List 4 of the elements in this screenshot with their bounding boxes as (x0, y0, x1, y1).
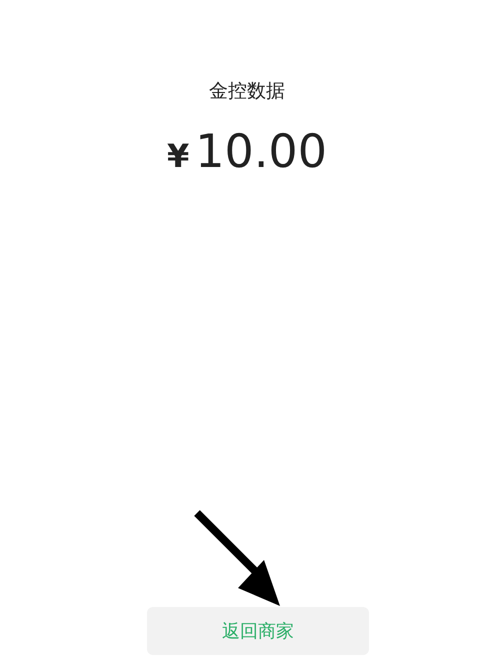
currency-symbol: ¥ (167, 137, 190, 175)
amount-value: 10.00 (195, 124, 327, 178)
return-button[interactable]: 返回商家 (147, 607, 369, 655)
payee-name: 金控数据 (209, 79, 285, 104)
